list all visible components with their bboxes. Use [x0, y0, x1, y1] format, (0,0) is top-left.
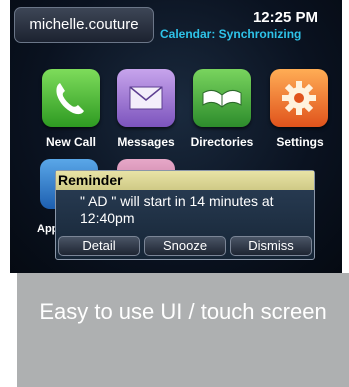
new-call-button[interactable] — [42, 69, 100, 127]
clock: 12:25 PM — [252, 9, 318, 26]
gear-icon — [282, 81, 316, 115]
messages-label: Messages — [117, 135, 175, 149]
detail-button[interactable]: Detail — [58, 236, 140, 256]
dismiss-button[interactable]: Dismiss — [230, 236, 312, 256]
snooze-button[interactable]: Snooze — [144, 236, 226, 256]
phone-screen: michelle.couture 12:25 PM Calendar: Sync… — [10, 0, 342, 273]
messages-button[interactable] — [117, 69, 175, 127]
reminder-message: " AD " will start in 14 minutes at 12:40… — [80, 193, 274, 226]
envelope-icon — [129, 86, 163, 110]
reminder-title: Reminder — [56, 171, 314, 190]
reminder-dialog: Reminder " AD " will start in 14 minutes… — [55, 170, 315, 260]
new-call-label: New Call — [45, 135, 96, 149]
username-button[interactable]: michelle.couture — [14, 7, 154, 43]
reminder-button-bar: Detail Snooze Dismiss — [58, 236, 312, 256]
directories-button[interactable] — [193, 69, 251, 127]
settings-label: Settings — [276, 135, 324, 149]
directories-label: Directories — [190, 135, 254, 149]
settings-button[interactable] — [270, 69, 328, 127]
calendar-status: Calendar: Synchronizing — [160, 27, 302, 41]
book-icon — [202, 89, 242, 108]
phone-icon — [56, 83, 84, 115]
caption-box: Easy to use UI / touch screen — [17, 273, 349, 387]
caption-text: Easy to use UI / touch screen — [39, 299, 327, 324]
